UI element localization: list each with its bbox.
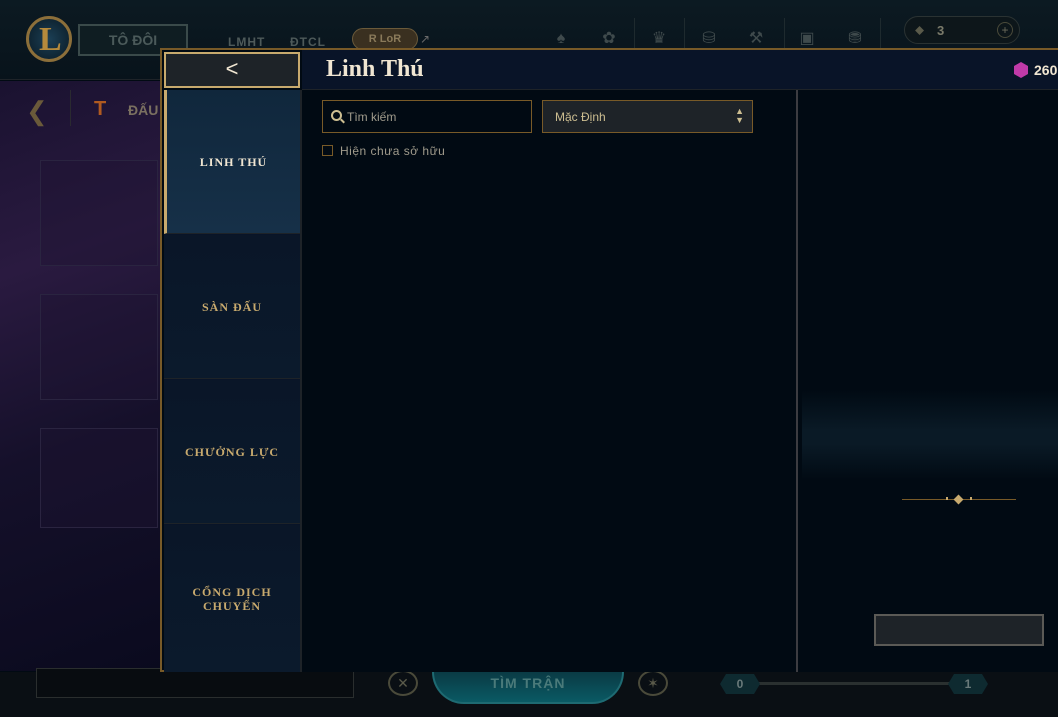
search-icon [331, 110, 342, 121]
league-logo-icon: L [26, 16, 72, 62]
tab-cong-dich-chuyen[interactable]: CỔNG DỊCH CHUYỂN [164, 525, 300, 672]
close-icon[interactable]: ✕ [388, 670, 418, 696]
essence-icon: ⬥ [915, 22, 925, 37]
item-grid-panel: Mặc Định ▲▼ Hiện chưa sở hữu [302, 90, 796, 672]
crafting-icon[interactable]: ⚒ [745, 28, 767, 50]
coins-icon[interactable]: ⛃ [844, 28, 866, 50]
mode-title: ĐẤU [128, 102, 159, 118]
progress-track [742, 682, 962, 685]
currency-value: 260 [1034, 62, 1058, 78]
lor-button[interactable]: R LoR [352, 28, 418, 50]
header-divider [70, 90, 71, 126]
currency-count: 3 [937, 23, 945, 38]
currency-pill: ⬥ 3 + [904, 16, 1020, 44]
show-unowned-label: Hiện chưa sở hữu [340, 144, 446, 158]
add-currency-button[interactable]: + [997, 22, 1013, 38]
sort-selected-value: Mặc Định [555, 110, 606, 124]
category-sidebar: LINH THÚ SÀN ĐẤU CHƯỞNG LỰC CỔNG DỊCH CH… [164, 90, 300, 672]
external-link-icon: ↗ [420, 32, 431, 46]
chevron-up-down-icon: ▲ ▼ [735, 106, 744, 125]
progress-start-badge: 0 [720, 674, 760, 694]
store-icon[interactable]: ▣ [796, 28, 818, 50]
background-card [40, 428, 158, 528]
divider-ornament [902, 494, 1016, 505]
search-input[interactable] [347, 101, 527, 132]
details-panel [796, 90, 1058, 672]
equip-button[interactable] [874, 614, 1044, 646]
star-icon[interactable]: ✶ [638, 670, 668, 696]
progress-end-badge: 1 [948, 674, 988, 694]
show-unowned-checkbox[interactable] [322, 145, 333, 156]
search-box[interactable] [322, 100, 532, 133]
collection-modal: < Linh Thú 260 LINH THÚ SÀN ĐẤU CHƯỞNG L… [160, 48, 1058, 672]
details-preview-area [802, 390, 1058, 480]
background-card [40, 294, 158, 400]
tab-label: SÀN ĐẤU [201, 299, 262, 314]
tab-san-dau[interactable]: SÀN ĐẤU [164, 235, 300, 379]
find-match-button[interactable]: TÌM TRẬN [432, 672, 624, 704]
tft-logo-icon: T [94, 98, 107, 120]
background-card [40, 160, 158, 266]
back-arrow-icon: < [225, 56, 239, 81]
chat-box[interactable] [36, 668, 354, 698]
lor-label: LoR [379, 33, 402, 45]
chevron-left-icon[interactable]: ❮ [26, 96, 48, 127]
nav-link-dtcl[interactable]: ĐTCL [290, 35, 326, 49]
tab-linh-thu[interactable]: LINH THÚ [164, 90, 300, 234]
profile-icon[interactable]: ♠ [550, 28, 572, 50]
tab-label: LINH THÚ [199, 154, 268, 169]
tab-label: CHƯỞNG LỰC [184, 444, 280, 459]
nav-link-lmht[interactable]: LMHT [228, 35, 265, 49]
tab-chuong-luc[interactable]: CHƯỞNG LỰC [164, 380, 300, 524]
tab-label: CỔNG DỊCH CHUYỂN [192, 584, 272, 613]
back-button[interactable]: < [164, 52, 300, 88]
page-title: Linh Thú [326, 56, 424, 82]
tft-icon[interactable]: ♛ [648, 28, 670, 50]
collection-icon[interactable]: ✿ [598, 28, 620, 50]
loot-icon[interactable]: ⛁ [698, 28, 720, 50]
sort-dropdown[interactable]: Mặc Định ▲ ▼ [542, 100, 753, 133]
